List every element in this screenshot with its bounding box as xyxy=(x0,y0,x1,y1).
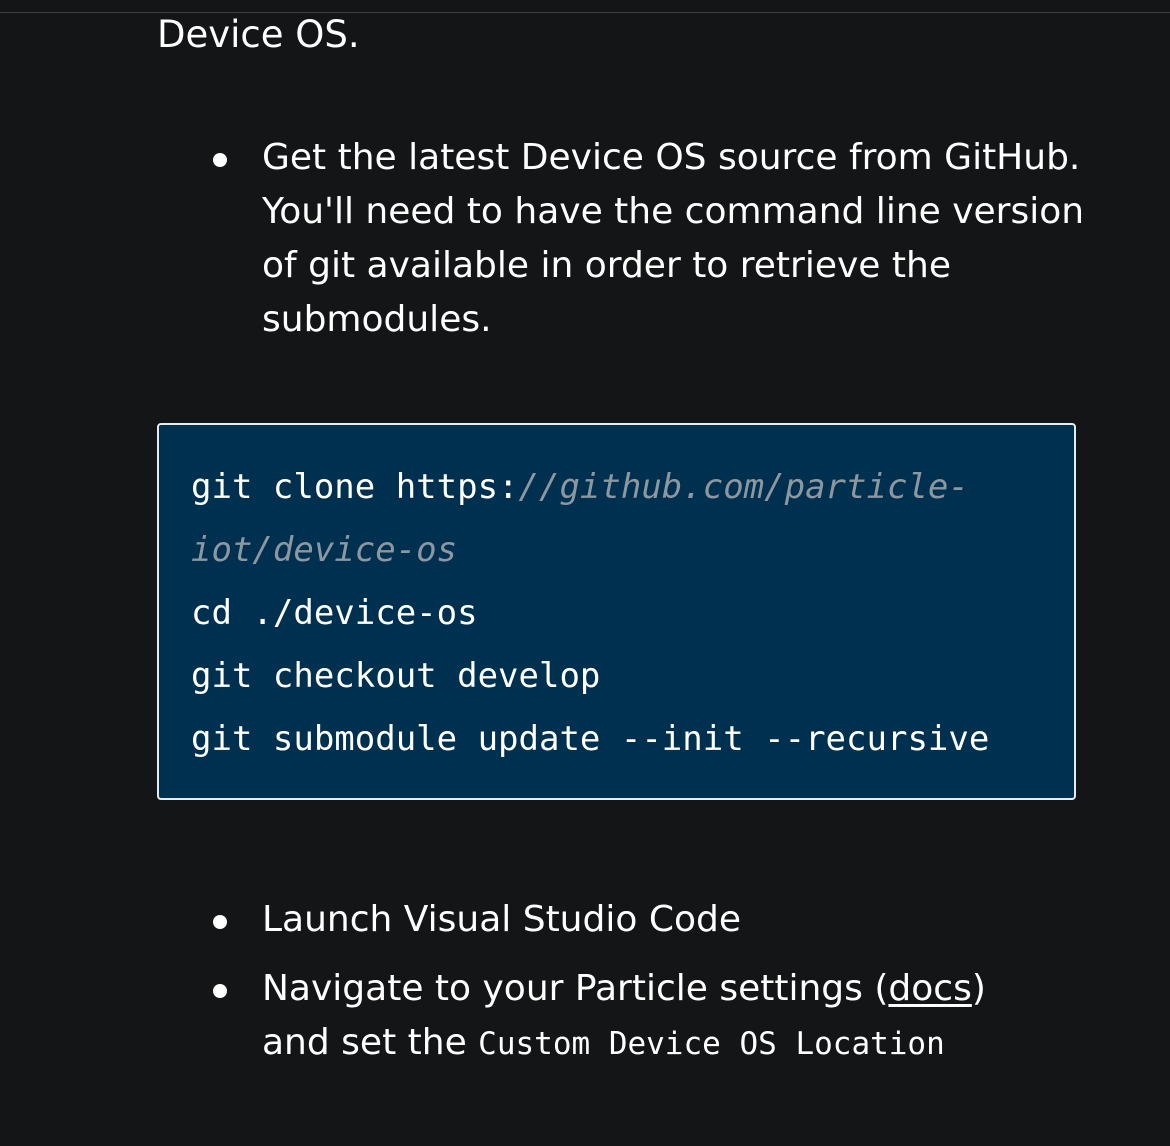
step-navigate-suffix: ) xyxy=(971,968,986,1009)
code-comment: iot/device-os xyxy=(191,530,458,570)
code-comment: //github.com/particle- xyxy=(518,467,969,507)
code-command: git clone https: xyxy=(191,467,519,507)
step-set-prefix: and set the xyxy=(262,1022,479,1063)
list-item: Get the latest Device OS source from Git… xyxy=(0,131,1092,347)
steps-list-bottom: Launch Visual Studio Code Navigate to yo… xyxy=(0,893,1092,1071)
bullet-icon xyxy=(213,915,227,929)
step-launch-text: Launch Visual Studio Code xyxy=(262,899,741,940)
code-line-1: git clone https://github.com/particle- xyxy=(191,467,969,507)
docs-link[interactable]: docs xyxy=(888,968,971,1009)
bullet-icon xyxy=(213,984,227,998)
code-line-4: git checkout develop xyxy=(191,656,601,696)
step-navigate-prefix: Navigate to your Particle settings ( xyxy=(262,968,889,1009)
list-item: Navigate to your Particle settings (docs… xyxy=(0,962,1092,1071)
intro-paragraph-tail: Device OS. xyxy=(157,13,360,56)
code-line-3: cd ./device-os xyxy=(191,593,478,633)
code-line-5: git submodule update --init --recursive xyxy=(191,719,990,759)
setting-name-code: Custom Device OS Location xyxy=(478,1026,945,1062)
list-item: Launch Visual Studio Code xyxy=(0,893,1092,947)
code-line-2: iot/device-os xyxy=(191,530,457,570)
code-block: git clone https://github.com/particle- i… xyxy=(157,423,1076,800)
steps-list-top: Get the latest Device OS source from Git… xyxy=(0,131,1092,347)
step-get-source-text: Get the latest Device OS source from Git… xyxy=(262,137,1085,340)
bullet-icon xyxy=(213,153,227,167)
